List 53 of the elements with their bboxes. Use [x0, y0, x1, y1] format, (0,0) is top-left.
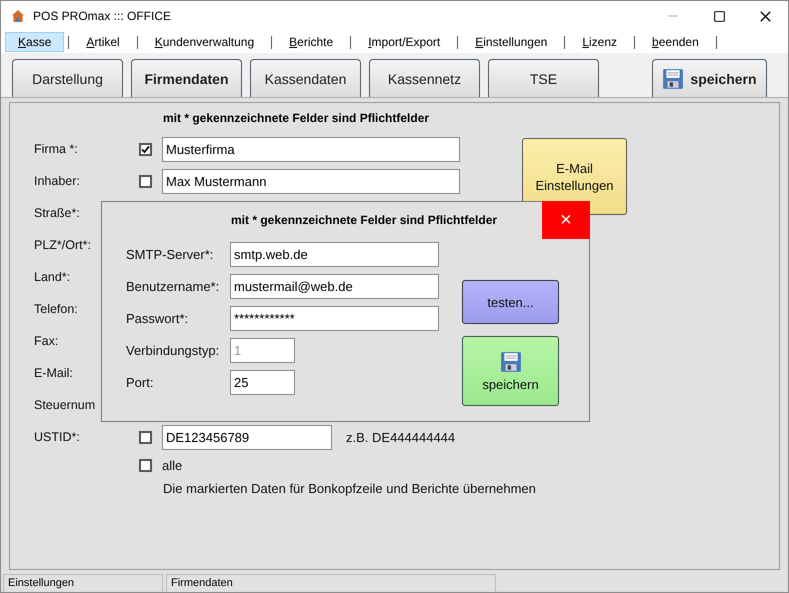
- field-label: Passwort*:: [126, 310, 190, 326]
- input-field[interactable]: smtp.web.de: [230, 242, 439, 266]
- save-button[interactable]: speichern: [652, 59, 767, 97]
- menu-item[interactable]: Kundenverwaltung: [142, 32, 268, 52]
- field-label: Inhaber:: [34, 174, 81, 188]
- close-button[interactable]: ×: [542, 201, 590, 239]
- menu-item[interactable]: Import/Export: [355, 32, 454, 52]
- tab[interactable]: Kassendaten: [250, 59, 361, 97]
- hint-text: z.B. DE444444444: [346, 430, 456, 444]
- field-label: Land*:: [34, 270, 72, 284]
- dialog-title: mit * gekennzeichnete Felder sind Pflichtfelder: [231, 212, 498, 229]
- field-label: PLZ*/Ort*:: [34, 238, 92, 252]
- field-label: E-Mail:: [34, 366, 74, 380]
- house-icon: [11, 9, 25, 23]
- input-field[interactable]: Musterfirma: [162, 136, 460, 162]
- checkbox[interactable]: [139, 142, 152, 156]
- menu-item[interactable]: Einstellungen: [462, 32, 560, 52]
- status-text: Einstellungen: [3, 574, 163, 592]
- checkbox[interactable]: [139, 174, 152, 188]
- input-field[interactable]: mustermail@web.de: [230, 274, 439, 298]
- field-label: Port:: [126, 374, 154, 390]
- input-field[interactable]: 25: [230, 370, 295, 394]
- tab[interactable]: Firmendaten: [131, 59, 242, 97]
- menu-item[interactable]: Artikel: [73, 32, 133, 52]
- checkbox[interactable]: [139, 458, 152, 472]
- form-header: mit * gekennzeichnete Felder sind Pflichtfelder: [163, 111, 430, 127]
- tab[interactable]: Darstellung: [12, 59, 123, 97]
- save-button[interactable]: speichern: [462, 336, 559, 406]
- field-label: Steuernum: [34, 398, 96, 412]
- field-label: Fax:: [34, 334, 60, 348]
- input-field[interactable]: DE123456789: [162, 424, 332, 450]
- field-label: Straße*:: [34, 206, 81, 220]
- checkbox-label: alle: [162, 458, 182, 472]
- tab[interactable]: Kassennetz: [369, 59, 480, 97]
- test-button[interactable]: testen...: [462, 280, 559, 324]
- note-text: Die markierten Daten für Bonkopfzeile und Berichte übernehmen: [163, 481, 537, 496]
- field-label: Verbindungstyp:: [126, 342, 220, 358]
- menu-item[interactable]: Berichte: [276, 32, 346, 52]
- field-label: Benutzername*:: [126, 278, 220, 294]
- input-field[interactable]: ************: [230, 306, 439, 330]
- field-label: SMTP-Server*:: [126, 246, 214, 262]
- field-label: Firma *:: [34, 142, 79, 156]
- input-field[interactable]: Max Mustermann: [162, 168, 460, 194]
- field-label: USTID*:: [34, 430, 81, 444]
- status-text: Firmendaten: [166, 574, 496, 592]
- menu-item[interactable]: Lizenz: [569, 32, 630, 52]
- tab[interactable]: TSE: [488, 59, 599, 97]
- menu-item[interactable]: Kasse: [5, 32, 64, 52]
- maximize-icon[interactable]: [712, 10, 726, 22]
- menu-item[interactable]: beenden: [639, 32, 712, 52]
- checkbox[interactable]: [139, 430, 152, 444]
- field-label: Telefon:: [34, 302, 79, 316]
- window-title: POS PROmax ::: OFFICE: [33, 9, 172, 23]
